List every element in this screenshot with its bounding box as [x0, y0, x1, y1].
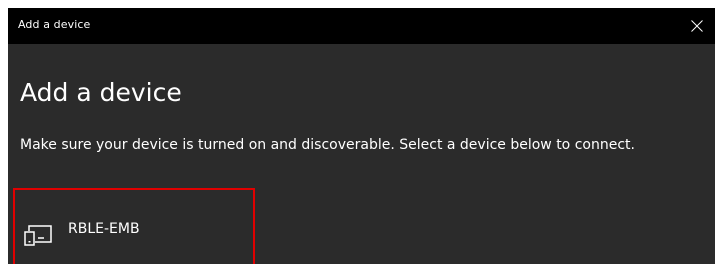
- window-title: Add a device: [18, 18, 91, 31]
- add-device-window: Add a device Add a device Make sure your…: [8, 8, 715, 264]
- device-list-item[interactable]: RBLE-EMB: [13, 188, 255, 264]
- instruction-text: Make sure your device is turned on and d…: [20, 137, 635, 153]
- close-icon: [691, 20, 703, 32]
- device-name: RBLE-EMB: [68, 221, 140, 237]
- page-heading: Add a device: [20, 78, 182, 107]
- close-button[interactable]: [679, 8, 715, 44]
- computer-device-icon: [24, 225, 52, 246]
- title-bar: Add a device: [8, 8, 715, 44]
